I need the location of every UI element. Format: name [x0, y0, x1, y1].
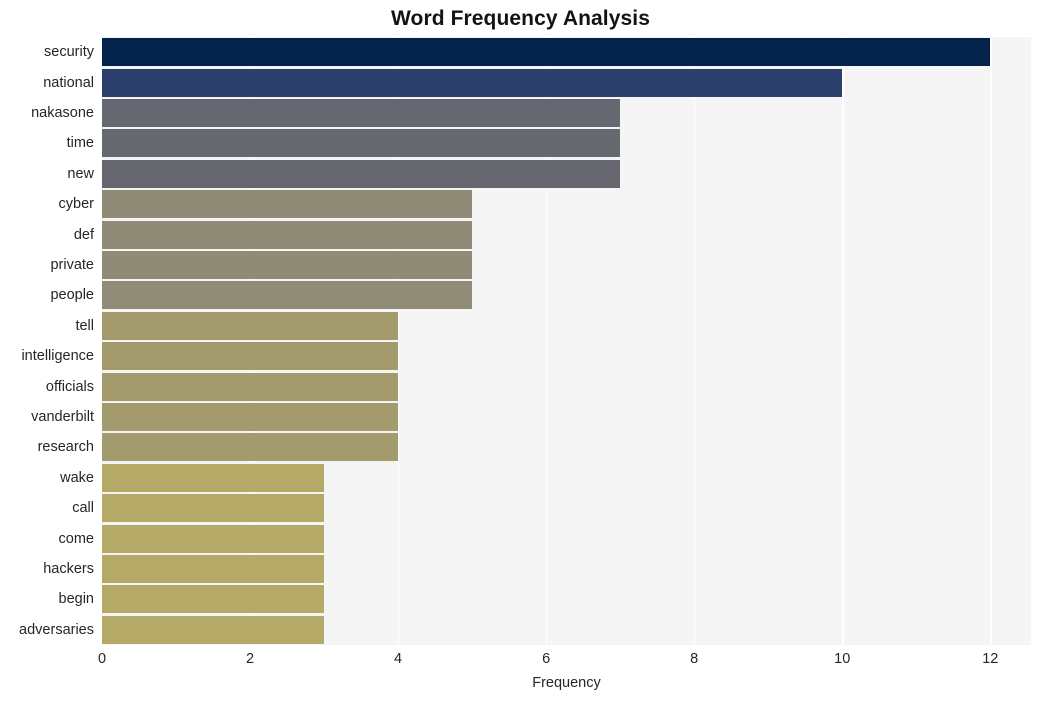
- x-tick-label-12: 12: [982, 651, 999, 667]
- x-axis-label: Frequency: [532, 675, 601, 691]
- chart-title: Word Frequency Analysis: [390, 7, 651, 30]
- bar-fill: [102, 129, 621, 158]
- y-tick-label-vanderbilt: vanderbilt: [31, 409, 94, 425]
- bar-come: [102, 524, 325, 553]
- y-tick-label-tell: tell: [75, 317, 94, 334]
- bar-research: [102, 433, 399, 462]
- y-tick-label-national: national: [43, 74, 94, 91]
- bar-fill: [102, 585, 325, 614]
- bar-call: [102, 494, 325, 523]
- bar-hackers: [102, 555, 325, 583]
- y-axis-tick-labels: security national nakasone time new cyber def p…: [0, 37, 94, 645]
- bar-fill: [102, 159, 621, 188]
- bar-fill: [102, 311, 399, 340]
- y-tick-label-private: private: [50, 257, 94, 273]
- bar-fill: [102, 251, 473, 279]
- y-tick-label-security: security: [44, 44, 94, 61]
- bar-new: [102, 159, 621, 188]
- bar-vanderbilt: [102, 403, 399, 431]
- y-tick-label-intelligence: intelligence: [21, 348, 94, 365]
- y-tick-label-cyber: cyber: [58, 196, 94, 213]
- bar-fill: [102, 524, 325, 553]
- x-tick-label-0: 0: [97, 651, 107, 667]
- y-tick-label-hackers: hackers: [43, 561, 94, 577]
- bar-private: [102, 251, 473, 279]
- y-tick-label-time: time: [66, 135, 94, 152]
- bar-fill: [102, 403, 399, 431]
- bar-cyber: [102, 190, 473, 219]
- bar-wake: [102, 463, 325, 492]
- bar-fill: [102, 99, 621, 127]
- y-tick-label-nakasone: nakasone: [31, 105, 94, 121]
- bar-adversaries: [102, 615, 325, 644]
- y-tick-label-def: def: [73, 226, 94, 243]
- bar-fill: [102, 463, 325, 492]
- bar-tell: [102, 311, 399, 340]
- bar-fill: [102, 372, 399, 401]
- bar-begin: [102, 585, 325, 614]
- word-frequency-chart: Word Frequency Analysis security national…: [0, 0, 1041, 701]
- y-tick-label-officials: officials: [45, 378, 94, 395]
- bar-fill: [102, 38, 991, 67]
- x-axis-tick-labels: 0 2 4 6 8 10 12: [98, 650, 1031, 670]
- y-tick-label-begin: begin: [58, 591, 94, 608]
- x-tick-label-4: 4: [394, 651, 403, 667]
- bar-fill: [102, 555, 325, 583]
- bar-fill: [102, 342, 399, 371]
- y-tick-label-call: call: [72, 500, 94, 517]
- y-tick-label-come: come: [58, 530, 94, 547]
- bar-people: [102, 281, 473, 310]
- bar-fill: [102, 220, 473, 249]
- bar-intelligence: [102, 342, 399, 371]
- bar-national: [102, 68, 843, 97]
- y-tick-label-research: research: [37, 439, 94, 456]
- bar-time: [102, 129, 621, 158]
- bar-fill: [102, 68, 843, 97]
- x-tick-label-2: 2: [246, 651, 255, 667]
- bar-security: [102, 38, 991, 67]
- bar-series: [102, 37, 1031, 645]
- bar-fill: [102, 433, 399, 462]
- bar-officials: [102, 372, 399, 401]
- bar-fill: [102, 494, 325, 523]
- y-tick-label-new: new: [67, 165, 94, 182]
- bar-fill: [102, 615, 325, 644]
- y-tick-label-adversaries: adversaries: [19, 621, 94, 638]
- bar-fill: [102, 281, 473, 310]
- y-tick-label-wake: wake: [60, 469, 94, 486]
- bar-def: [102, 220, 473, 249]
- bar-nakasone: [102, 99, 621, 127]
- bar-fill: [102, 190, 473, 219]
- plot-area: [102, 37, 1031, 645]
- x-tick-label-10: 10: [834, 651, 851, 667]
- x-tick-label-6: 6: [542, 651, 551, 667]
- y-tick-label-people: people: [50, 287, 94, 304]
- x-tick-label-8: 8: [690, 651, 699, 667]
